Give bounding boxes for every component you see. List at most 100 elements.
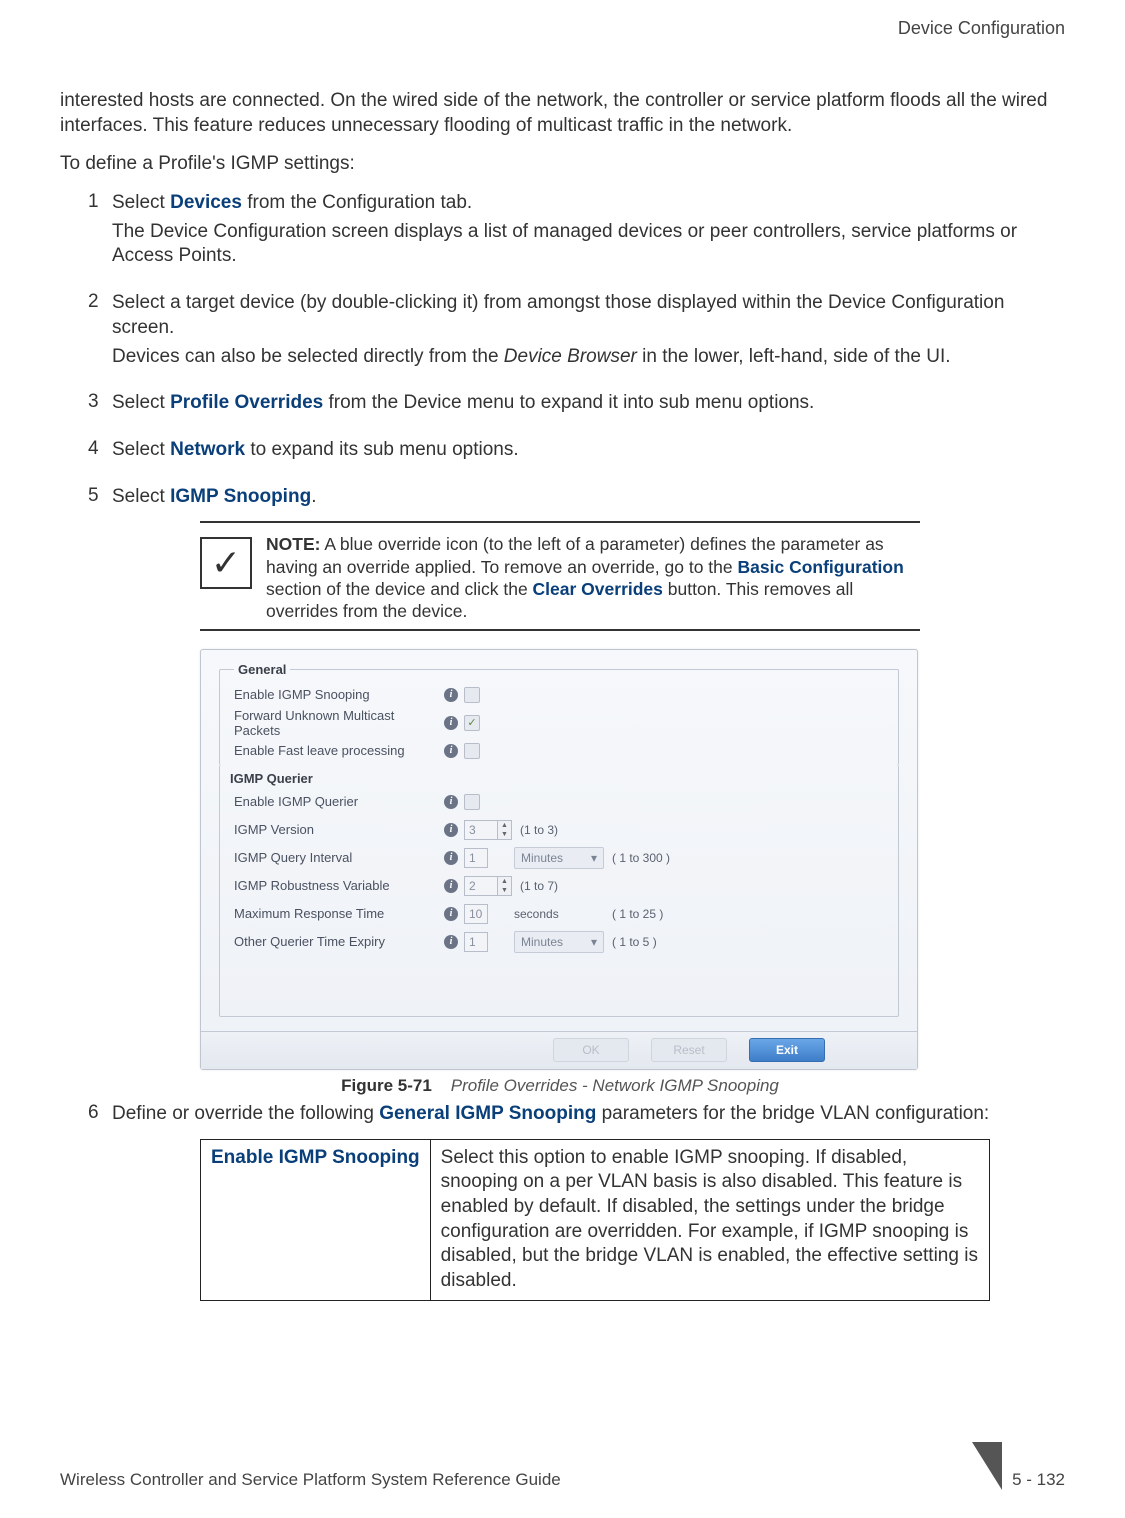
text: in the lower, left-hand, side of the UI. (637, 346, 951, 367)
general-group: General Enable IGMP Snooping i Forward U… (219, 662, 899, 765)
profile-overrides-ref: Profile Overrides (170, 392, 323, 413)
info-icon: i (444, 716, 458, 730)
step-4: Select Network to expand its sub menu op… (112, 438, 1065, 463)
igmp-version-range: (1 to 3) (520, 823, 558, 837)
querier-group: IGMP Querier Enable IGMP Querier i IGMP … (219, 765, 899, 1017)
general-legend: General (234, 662, 290, 677)
figure-number: Figure 5-71 (341, 1076, 432, 1095)
panel-footer: OK Reset Exit (201, 1031, 917, 1069)
step-5: Select IGMP Snooping. (112, 485, 1065, 510)
step-3: Select Profile Overrides from the Device… (112, 391, 1065, 416)
enable-querier-checkbox[interactable] (464, 794, 480, 810)
max-resp-input[interactable]: 10 (464, 904, 488, 924)
enable-querier-label: Enable IGMP Querier (234, 794, 444, 809)
note-rule-bottom (200, 629, 920, 631)
igmp-snooping-panel: General Enable IGMP Snooping i Forward U… (200, 649, 918, 1070)
forward-unknown-label: Forward Unknown Multicast Packets (234, 708, 444, 738)
igmp-version-label: IGMP Version (234, 822, 444, 837)
clear-overrides-ref: Clear Overrides (533, 579, 663, 599)
enable-igmp-snooping-checkbox[interactable] (464, 687, 480, 703)
text: from the Device menu to expand it into s… (323, 392, 814, 413)
page-number: 5 - 132 (1012, 1470, 1065, 1490)
page-corner-icon (972, 1442, 1002, 1490)
spinner-buttons[interactable]: ▲▼ (498, 820, 512, 840)
chevron-down-icon: ▾ (591, 851, 597, 865)
figure-caption: Figure 5-71 Profile Overrides - Network … (200, 1076, 920, 1096)
query-interval-input[interactable]: 1 (464, 848, 488, 868)
table-row: Enable IGMP Snooping Select this option … (201, 1139, 990, 1300)
param-name-cell: Enable IGMP Snooping (201, 1139, 431, 1300)
step-num-3: 3 (88, 391, 112, 430)
paragraph-intro2: To define a Profile's IGMP settings: (60, 152, 1065, 177)
fast-leave-label: Enable Fast leave processing (234, 743, 444, 758)
chevron-down-icon: ▾ (591, 935, 597, 949)
text: section of the device and click the (266, 579, 533, 599)
text: from the Configuration tab. (242, 192, 472, 213)
other-expiry-input[interactable]: 1 (464, 932, 488, 952)
info-icon: i (444, 795, 458, 809)
igmp-snooping-ref: IGMP Snooping (170, 486, 311, 507)
robustness-input[interactable]: 2 (464, 876, 498, 896)
info-icon: i (444, 907, 458, 921)
text: Select (112, 439, 170, 460)
max-resp-range: ( 1 to 25 ) (612, 907, 663, 921)
step-1: Select Devices from the Configuration ta… (112, 191, 1065, 216)
parameter-table: Enable IGMP Snooping Select this option … (200, 1139, 990, 1301)
other-expiry-range: ( 1 to 5 ) (612, 935, 657, 949)
max-resp-unit: seconds (514, 907, 604, 921)
step-2-sub: Devices can also be selected directly fr… (112, 345, 1065, 370)
network-ref: Network (170, 439, 245, 460)
query-interval-label: IGMP Query Interval (234, 850, 444, 865)
other-expiry-label: Other Querier Time Expiry (234, 934, 444, 949)
text: Select (112, 392, 170, 413)
query-interval-unit-select[interactable]: Minutes ▾ (514, 847, 604, 869)
step-1-sub: The Device Configuration screen displays… (112, 220, 1065, 269)
text: Define or override the following (112, 1103, 379, 1124)
step-num-2: 2 (88, 291, 112, 383)
info-icon: i (444, 879, 458, 893)
info-icon: i (444, 823, 458, 837)
step-6: Define or override the following General… (112, 1102, 1065, 1127)
info-icon: i (444, 935, 458, 949)
text: Select (112, 192, 170, 213)
enable-igmp-snooping-label: Enable IGMP Snooping (234, 687, 444, 702)
text: parameters for the bridge VLAN configura… (596, 1103, 989, 1124)
check-icon: ✓ (200, 537, 252, 589)
paragraph-intro1: interested hosts are connected. On the w… (60, 89, 1065, 138)
footer-doc-title: Wireless Controller and Service Platform… (60, 1470, 561, 1490)
devices-ref: Devices (170, 192, 242, 213)
fast-leave-checkbox[interactable] (464, 743, 480, 759)
note-lead: NOTE: (266, 534, 320, 554)
step-num-6: 6 (88, 1102, 112, 1131)
forward-unknown-checkbox[interactable]: ✓ (464, 715, 480, 731)
ok-button[interactable]: OK (553, 1038, 629, 1062)
query-interval-range: ( 1 to 300 ) (612, 851, 670, 865)
step-num-5: 5 (88, 485, 112, 514)
text: Minutes (521, 935, 563, 949)
note-text: NOTE: A blue override icon (to the left … (266, 533, 920, 623)
spinner-buttons[interactable]: ▲▼ (498, 876, 512, 896)
text: . (311, 486, 316, 507)
max-resp-label: Maximum Response Time (234, 906, 444, 921)
text: to expand its sub menu options. (245, 439, 519, 460)
general-igmp-snooping-ref: General IGMP Snooping (379, 1103, 596, 1124)
text: Devices can also be selected directly fr… (112, 346, 504, 367)
param-desc-cell: Select this option to enable IGMP snoopi… (430, 1139, 989, 1300)
reset-button[interactable]: Reset (651, 1038, 727, 1062)
header-section: Device Configuration (60, 18, 1065, 39)
device-browser-ref: Device Browser (504, 346, 637, 367)
note-rule-top (200, 521, 920, 523)
info-icon: i (444, 851, 458, 865)
step-num-1: 1 (88, 191, 112, 283)
robustness-label: IGMP Robustness Variable (234, 878, 444, 893)
figure-title: Profile Overrides - Network IGMP Snoopin… (451, 1076, 779, 1095)
exit-button[interactable]: Exit (749, 1038, 825, 1062)
text: Minutes (521, 851, 563, 865)
robustness-range: (1 to 7) (520, 879, 558, 893)
other-expiry-unit-select[interactable]: Minutes ▾ (514, 931, 604, 953)
info-icon: i (444, 744, 458, 758)
step-num-4: 4 (88, 438, 112, 477)
step-2: Select a target device (by double-clicki… (112, 291, 1065, 340)
info-icon: i (444, 688, 458, 702)
igmp-version-input[interactable]: 3 (464, 820, 498, 840)
